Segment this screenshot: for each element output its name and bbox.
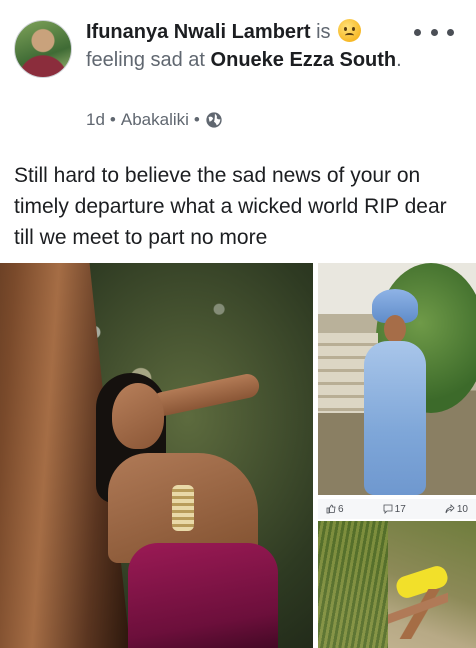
embedded-comment-count: 17	[383, 504, 406, 515]
embedded-like-count: 6	[326, 504, 344, 515]
photo-top-right[interactable]	[318, 263, 476, 495]
photo-grid: 6 17 10	[0, 263, 476, 648]
post-meta: 1d • Abakaliki •	[86, 110, 223, 130]
post-location[interactable]: Abakaliki	[121, 110, 189, 130]
post-header-text: Ifunanya Nwali Lambert is feeling sad at…	[86, 18, 406, 74]
photo-bottom-right[interactable]	[318, 521, 476, 648]
feeling-text: feeling sad at	[86, 49, 205, 71]
globe-icon	[206, 112, 222, 128]
photo-face	[384, 315, 406, 343]
share-icon	[445, 504, 455, 514]
more-dot	[447, 28, 454, 36]
photo-figure-face	[112, 383, 164, 449]
place-suffix: .	[396, 49, 402, 71]
more-options-button[interactable]	[414, 22, 454, 42]
meta-separator: •	[109, 110, 116, 129]
photo-figure-top	[128, 543, 278, 648]
author-name[interactable]: Ifunanya Nwali Lambert	[86, 21, 311, 43]
more-dot	[414, 28, 421, 36]
is-text: is	[316, 21, 331, 43]
embedded-share-count: 10	[445, 504, 468, 515]
photo-figure-legs	[388, 589, 448, 639]
embedded-reaction-bar: 6 17 10	[318, 499, 476, 519]
more-dot	[430, 28, 438, 36]
comment-icon	[383, 504, 393, 514]
post-body-text: Still hard to believe the sad news of yo…	[14, 164, 447, 249]
post-time[interactable]: 1d	[86, 110, 105, 130]
photo-dress	[364, 341, 426, 495]
photo-figure-arm	[148, 371, 262, 419]
avatar[interactable]	[14, 20, 72, 78]
photo-figure-bracelet	[172, 485, 194, 531]
photo-main[interactable]	[0, 263, 313, 648]
place-link[interactable]: Onueke Ezza South	[211, 49, 397, 71]
sad-face-icon	[338, 19, 362, 42]
post-header: Ifunanya Nwali Lambert is feeling sad at…	[0, 0, 476, 150]
photo-grass	[318, 521, 388, 648]
meta-separator-2: •	[193, 110, 200, 129]
like-icon	[326, 504, 336, 514]
